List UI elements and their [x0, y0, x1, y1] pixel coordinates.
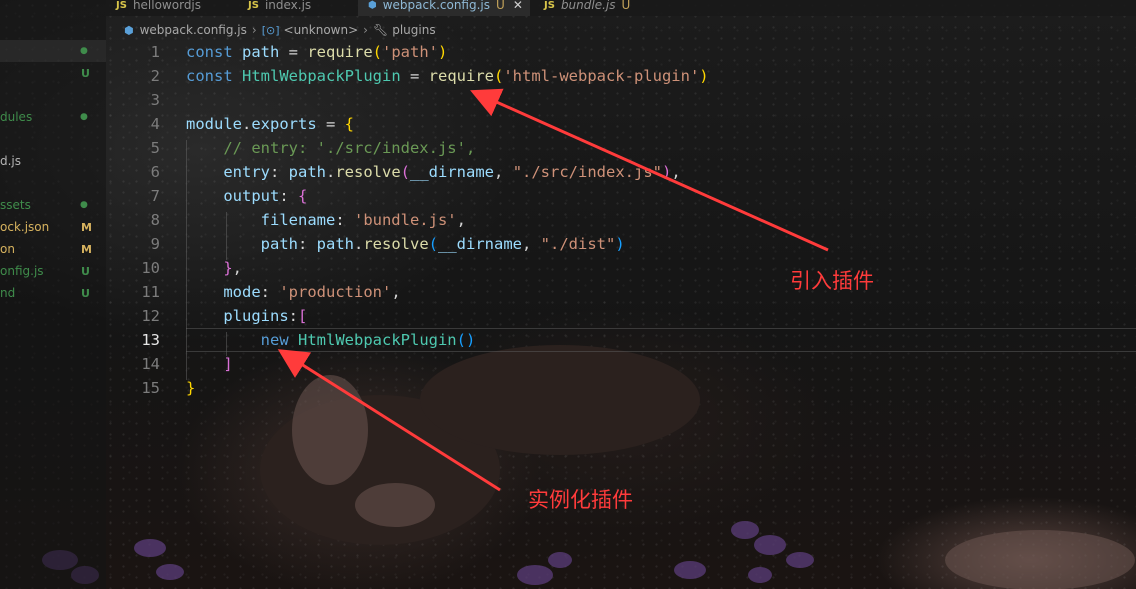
annotation-import-plugin: 引入插件 [790, 269, 874, 293]
arrow-to-new-plugin [277, 349, 501, 492]
annotation-instantiate-plugin: 实例化插件 [528, 488, 633, 512]
arrow-to-require [470, 88, 829, 252]
